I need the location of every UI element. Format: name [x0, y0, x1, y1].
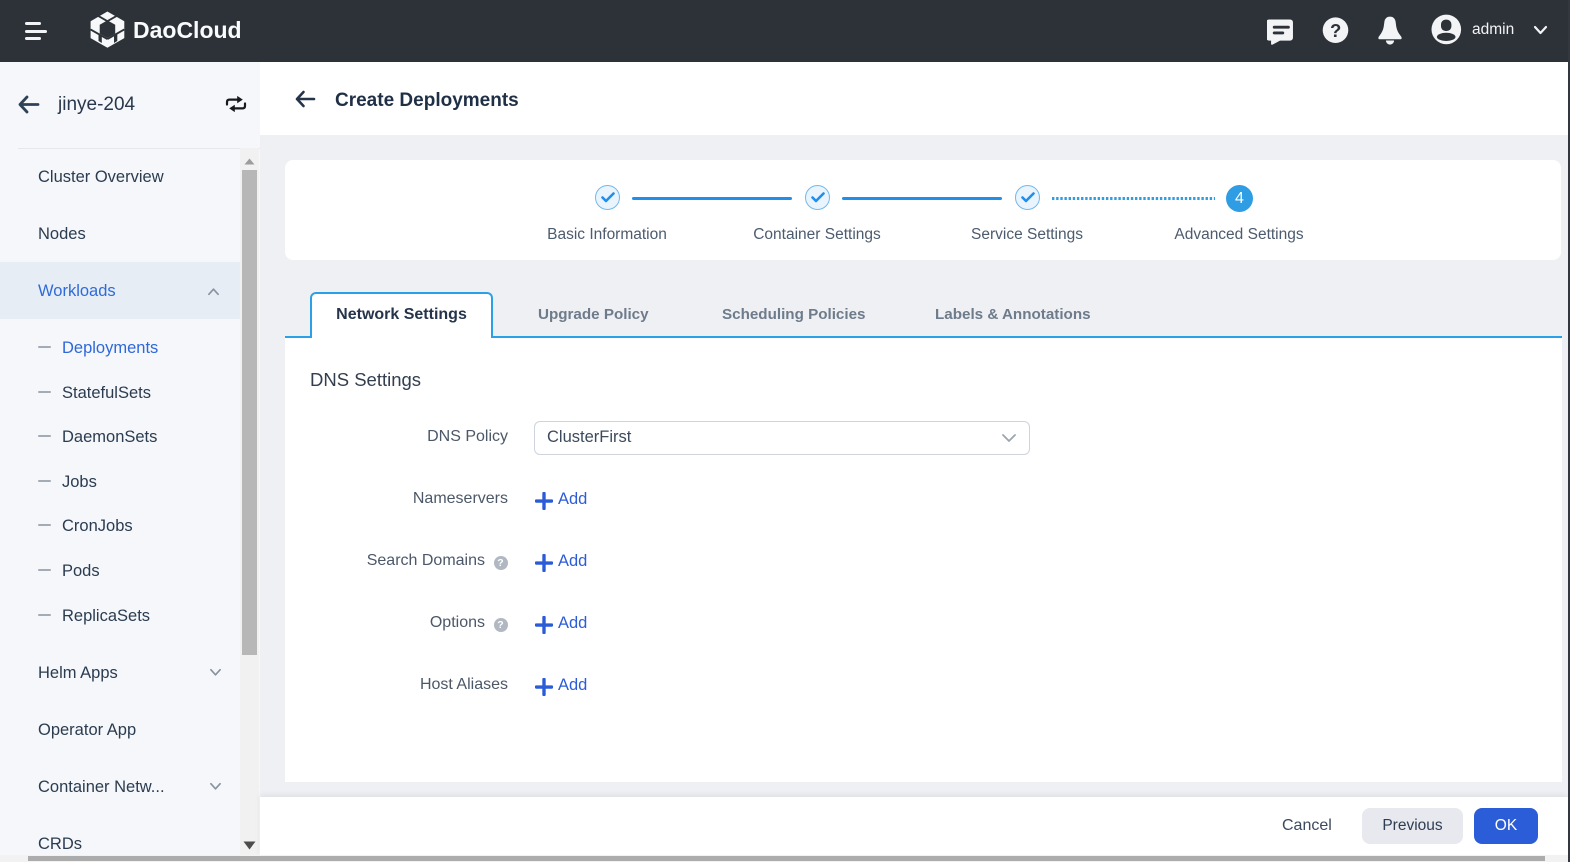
svg-text:?: ? [1330, 20, 1341, 41]
